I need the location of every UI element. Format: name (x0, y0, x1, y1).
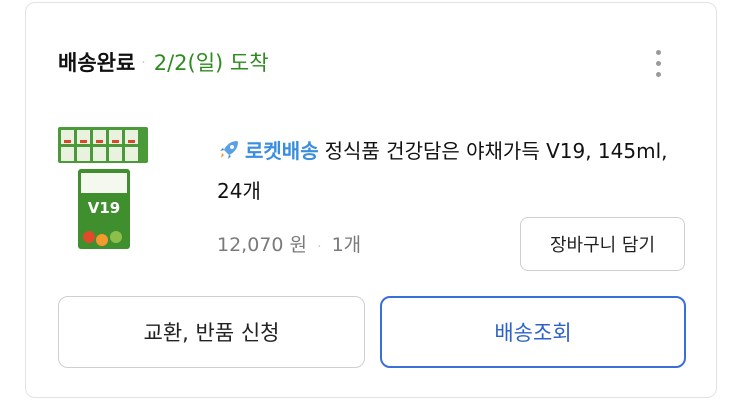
exchange-return-button[interactable]: 교환, 반품 신청 (58, 296, 365, 368)
product-quantity: 1개 (331, 234, 362, 256)
product-image[interactable]: V19 (56, 121, 151, 254)
more-dot (655, 60, 661, 66)
add-to-cart-button[interactable]: 장바구니 담기 (520, 217, 685, 271)
svg-text:V19: V19 (88, 199, 120, 217)
price-separator: · (317, 239, 322, 255)
track-delivery-button[interactable]: 배송조회 (380, 296, 686, 368)
order-status-header: 배송완료 · 2/2(일) 도착 (58, 48, 269, 78)
product-price: 12,070 원 (217, 234, 308, 256)
rocket-delivery-label: 로켓배송 (245, 139, 319, 163)
price-quantity: 12,070 원 · 1개 (217, 231, 361, 261)
arrival-date: 2/2(일) 도착 (153, 51, 269, 75)
order-card: 배송완료 · 2/2(일) 도착 V19 로켓배송 정식품 건강담은 야채가득 … (25, 2, 717, 398)
delivery-status: 배송완료 (58, 51, 136, 75)
status-separator: · (141, 55, 146, 71)
more-dot (655, 71, 661, 77)
more-options-icon[interactable] (648, 43, 668, 83)
product-title-block[interactable]: 로켓배송 정식품 건강담은 야채가득 V19, 145ml, 24개 (217, 131, 692, 211)
rocket-icon (220, 141, 238, 159)
more-dot (655, 49, 661, 55)
